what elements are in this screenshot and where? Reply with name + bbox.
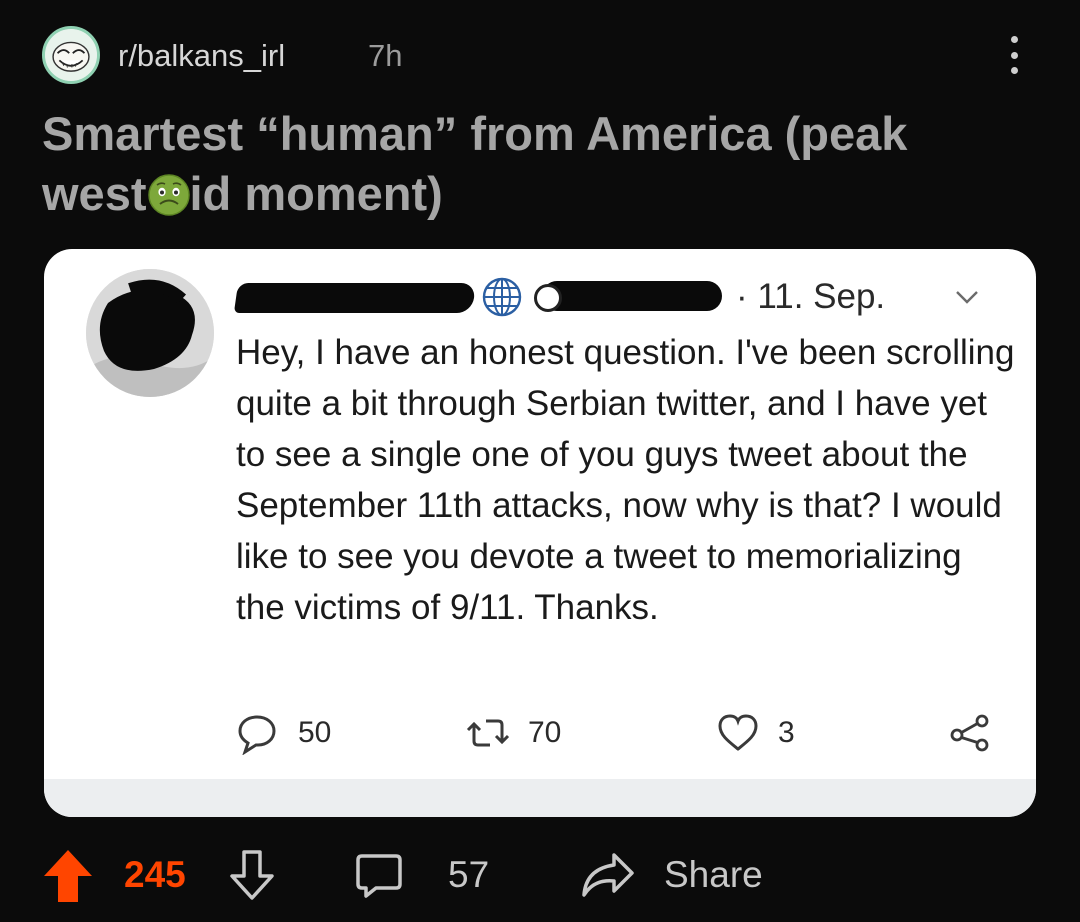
comments-button[interactable]: 57 — [354, 842, 489, 908]
tweet-action-bar: 50 70 3 — [236, 709, 1006, 757]
reply-count: 50 — [298, 716, 332, 749]
tweet-text: Hey, I have an honest question. I've bee… — [236, 333, 1015, 627]
tweet-screenshot-card[interactable]: · 11. Sep. Hey, I have an honest questio… — [44, 249, 1036, 817]
share-button[interactable]: Share — [580, 842, 763, 908]
upvote-arrow-icon — [44, 850, 92, 902]
redacted-display-name — [233, 283, 477, 313]
post-title-part-2: id moment) — [189, 167, 443, 220]
vote-score: 245 — [124, 854, 186, 895]
reply-bubble-icon — [238, 715, 276, 755]
tweet-date: · 11. Sep. — [736, 277, 886, 316]
dot-icon — [1010, 36, 1018, 43]
share-label: Share — [664, 854, 763, 895]
globe-icon — [482, 277, 522, 317]
share-arrow-icon — [582, 853, 634, 897]
dot-icon — [1010, 67, 1018, 74]
tweet-card-footer — [44, 779, 1036, 817]
retweet-icon — [466, 719, 510, 747]
comment-count: 57 — [448, 854, 490, 895]
chevron-down-icon[interactable] — [954, 287, 980, 307]
upvote-button[interactable] — [42, 842, 94, 908]
tweet-share-button[interactable] — [948, 709, 992, 757]
share-nodes-icon — [950, 714, 989, 752]
post-title[interactable]: Smartest “human” from America (peak west… — [42, 104, 1022, 224]
tweet-like-button[interactable]: 3 — [716, 709, 795, 757]
comment-bubble-icon — [356, 854, 402, 898]
downvote-arrow-icon — [230, 850, 274, 900]
post-header: r/balkans_irl 7h — [42, 26, 1040, 84]
redacted-handle — [534, 281, 722, 312]
post-action-bar: 245 57 Share — [42, 842, 1042, 908]
nauseated-face-emoji-icon — [147, 173, 191, 217]
tweet-author-avatar — [86, 269, 214, 397]
tweet-reply-button[interactable]: 50 — [236, 709, 331, 757]
heart-icon — [718, 714, 758, 751]
subreddit-name[interactable]: r/balkans_irl — [118, 38, 285, 74]
more-options-button[interactable] — [1002, 30, 1026, 80]
tweet-retweet-button[interactable]: 70 — [466, 709, 561, 757]
retweet-count: 70 — [528, 716, 562, 749]
dot-icon — [1010, 51, 1018, 59]
downvote-button[interactable] — [228, 842, 276, 908]
tweet-meta-row: · 11. Sep. — [233, 273, 1006, 321]
like-count: 3 — [778, 716, 795, 749]
post-age: 7h — [368, 38, 403, 73]
subreddit-avatar[interactable] — [42, 26, 100, 84]
